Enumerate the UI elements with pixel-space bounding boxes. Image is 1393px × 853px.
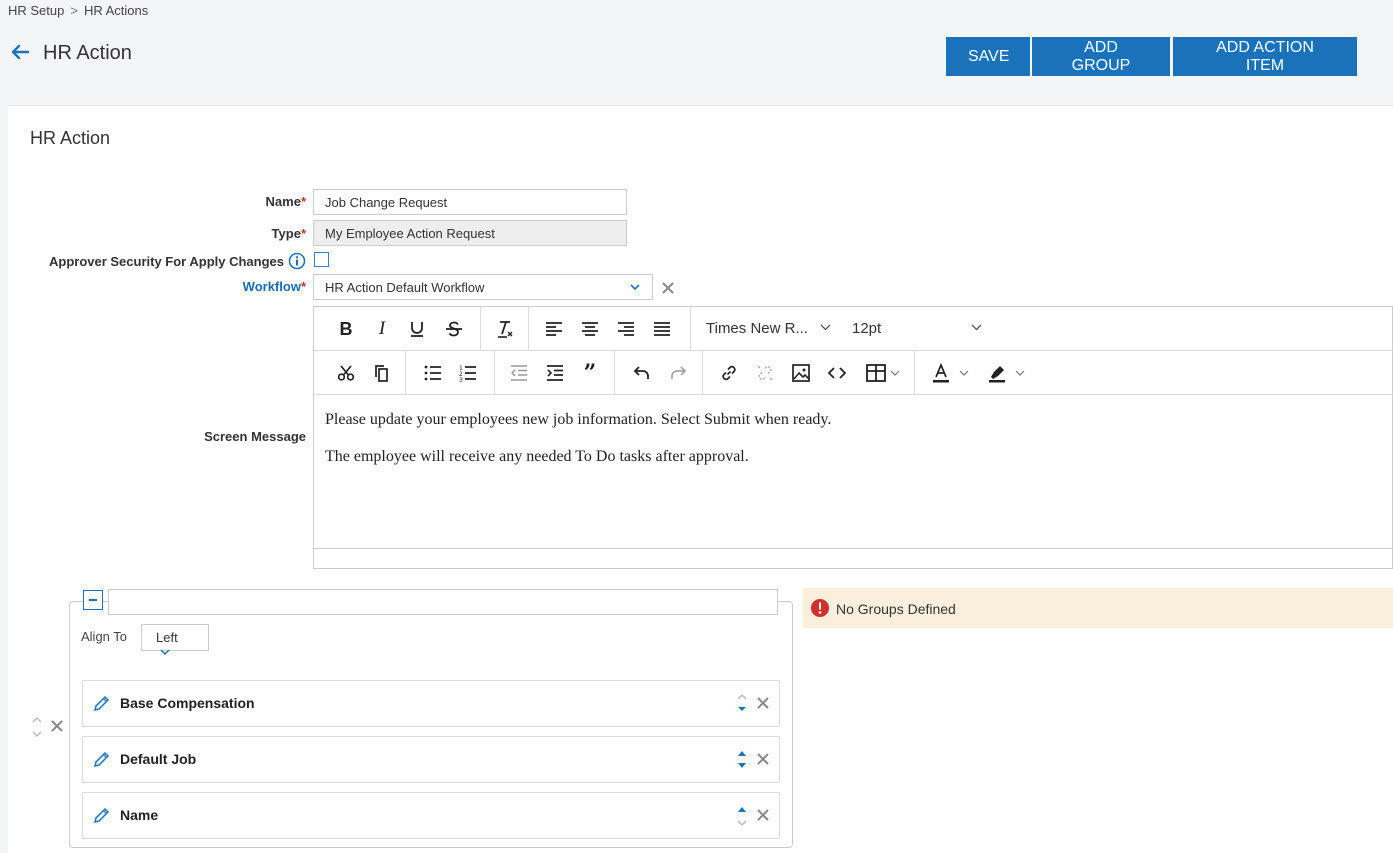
svg-text:3: 3 (459, 377, 463, 382)
copy-icon[interactable] (367, 359, 395, 387)
bullet-list-icon[interactable] (419, 359, 447, 387)
highlight-color-icon[interactable] (984, 359, 1028, 387)
clear-formatting-icon[interactable] (491, 315, 519, 343)
page-header: HR Action SAVE ADD GROUP ADD ACTION ITEM (0, 30, 1393, 80)
workflow-select[interactable]: HR Action Default Workflow (313, 274, 653, 300)
outdent-icon[interactable] (505, 359, 533, 387)
add-group-button[interactable]: ADD GROUP (1032, 37, 1170, 76)
remove-group-icon[interactable] (49, 718, 65, 734)
align-justify-icon[interactable] (648, 315, 676, 343)
font-family-select[interactable]: Times New R... (706, 320, 831, 337)
sort-arrows-icon[interactable] (735, 746, 749, 774)
remove-item-icon[interactable] (755, 751, 771, 767)
align-center-icon[interactable] (576, 315, 604, 343)
align-right-icon[interactable] (612, 315, 640, 343)
breadcrumb-item-hr-setup[interactable]: HR Setup (8, 3, 64, 18)
error-icon (811, 599, 829, 617)
insert-link-icon[interactable] (715, 359, 743, 387)
cut-icon[interactable] (332, 359, 360, 387)
table-icon[interactable] (862, 359, 904, 387)
font-size-select[interactable]: 12pt (852, 320, 982, 337)
align-to-select[interactable]: Left (141, 624, 209, 656)
remove-item-icon[interactable] (755, 695, 771, 711)
align-left-icon[interactable] (540, 315, 568, 343)
save-button[interactable]: SAVE (946, 37, 1030, 76)
card-title: HR Action (30, 128, 111, 148)
remove-item-icon[interactable] (755, 807, 771, 823)
editor-paragraph: Please update your employees new job inf… (325, 411, 832, 428)
toolbar-divider (480, 307, 481, 350)
action-item-label: Base Compensation (120, 695, 255, 711)
chevron-down-icon (971, 324, 982, 331)
type-field: My Employee Action Request (313, 220, 627, 246)
editor-toolbar-row-2: 123 ” (314, 351, 1393, 395)
indent-icon[interactable] (541, 359, 569, 387)
toolbar-divider (528, 307, 529, 350)
breadcrumb-separator: > (70, 3, 78, 18)
alert-message: No Groups Defined (836, 601, 956, 617)
editor-paragraph: The employee will receive any needed To … (325, 448, 749, 465)
chevron-down-icon (160, 649, 170, 656)
action-item-row: Base Compensation (82, 680, 780, 727)
sort-arrows-icon[interactable] (735, 802, 749, 830)
numbered-list-icon[interactable]: 123 (454, 359, 482, 387)
editor-statusbar (314, 548, 1393, 569)
align-to-value: Left (156, 630, 178, 645)
underline-icon[interactable] (403, 315, 431, 343)
undo-icon[interactable] (628, 359, 656, 387)
add-action-item-button[interactable]: ADD ACTION ITEM (1173, 37, 1357, 76)
toolbar-divider (702, 351, 703, 394)
approver-security-checkbox[interactable] (314, 252, 329, 267)
approver-security-label: Approver Security For Apply Changes (49, 252, 306, 270)
name-input[interactable]: Job Change Request (313, 189, 627, 215)
bold-icon[interactable]: B (332, 315, 360, 343)
info-icon[interactable] (288, 252, 306, 270)
hr-action-card: HR Action Name* Job Change Request Type*… (8, 105, 1393, 853)
toolbar-divider (690, 307, 691, 350)
action-item-row: Default Job (82, 736, 780, 783)
source-code-icon[interactable] (823, 359, 851, 387)
edit-pencil-icon[interactable] (93, 806, 111, 824)
back-arrow-icon[interactable] (8, 40, 32, 64)
breadcrumb: HR Setup > HR Actions (8, 3, 148, 18)
blockquote-icon[interactable]: ” (576, 359, 604, 387)
sort-arrows-icon[interactable] (735, 690, 749, 718)
page-title: HR Action (43, 42, 132, 64)
screen-message-label: Screen Message (204, 429, 306, 444)
toolbar-divider (914, 351, 915, 394)
breadcrumb-item-hr-actions[interactable]: HR Actions (84, 3, 148, 18)
chevron-down-icon (820, 324, 831, 331)
workflow-selected-value: HR Action Default Workflow (325, 280, 485, 295)
insert-image-icon[interactable] (787, 359, 815, 387)
chevron-down-icon (630, 284, 640, 291)
minus-icon (89, 599, 97, 601)
editor-content[interactable]: Please update your employees new job inf… (314, 395, 1393, 548)
redo-icon[interactable] (664, 359, 692, 387)
toolbar-divider (405, 351, 406, 394)
edit-pencil-icon[interactable] (93, 694, 111, 712)
toolbar-divider (614, 351, 615, 394)
type-label: Type* (271, 226, 306, 241)
action-item-row: Name (82, 792, 780, 839)
rich-text-editor: B I Times New R... 12pt 123 ” Please upd… (313, 306, 1393, 569)
remove-link-icon[interactable] (751, 359, 779, 387)
group-name-input[interactable] (108, 589, 778, 615)
action-item-label: Default Job (120, 751, 197, 767)
name-label: Name* (265, 194, 306, 209)
strikethrough-icon[interactable] (440, 315, 468, 343)
group-sort-arrows-icon[interactable] (30, 713, 44, 741)
toolbar-divider (494, 351, 495, 394)
italic-icon[interactable]: I (368, 315, 396, 343)
collapse-group-button[interactable] (83, 590, 103, 610)
workflow-label: Workflow* (242, 279, 306, 294)
clear-workflow-icon[interactable] (659, 279, 677, 297)
edit-pencil-icon[interactable] (93, 750, 111, 768)
no-groups-alert: No Groups Defined (803, 588, 1393, 628)
text-color-icon[interactable] (928, 359, 972, 387)
action-item-label: Name (120, 807, 159, 823)
editor-toolbar-row-1: B I Times New R... 12pt (314, 307, 1393, 351)
align-to-label: Align To (81, 629, 128, 644)
